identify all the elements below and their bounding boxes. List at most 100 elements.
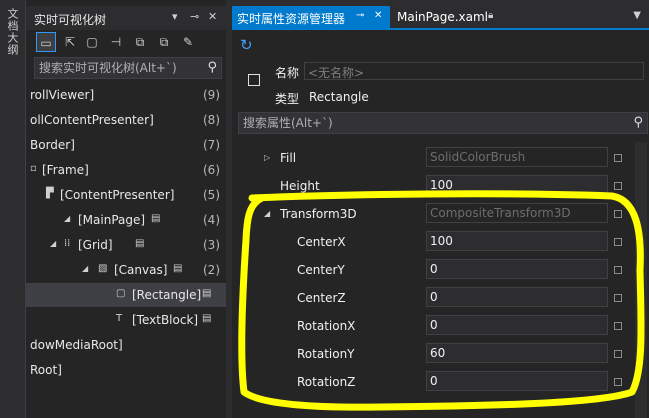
track-focus-icon[interactable]: ▢ <box>82 32 102 52</box>
tree-node-count: (7) <box>203 138 220 152</box>
dropdown-icon[interactable]: ▾ <box>172 10 178 23</box>
property-value-field[interactable]: CompositeTransform3D <box>426 203 608 223</box>
property-value-field[interactable]: 60 <box>426 343 608 363</box>
property-value-field[interactable]: 0 <box>426 287 608 307</box>
search-icon[interactable]: ⚲ <box>633 115 643 130</box>
tree-node-count: (9) <box>203 88 220 102</box>
tab-live-property-explorer[interactable]: 实时属性资源管理器 ⊸ ✕ <box>232 6 390 28</box>
property-marker-icon[interactable] <box>614 238 622 246</box>
property-value-field[interactable]: 100 <box>426 175 608 195</box>
tree-node[interactable]: ▛ [ContentPresenter] (5) <box>26 183 226 207</box>
property-row-centery[interactable]: CenterY 0 <box>232 256 649 284</box>
tree-node-label: [Rectangle] <box>132 288 202 302</box>
property-marker-icon[interactable] <box>614 350 622 358</box>
property-row-centerx[interactable]: CenterX 100 <box>232 228 649 256</box>
property-value-field[interactable]: 0 <box>426 259 608 279</box>
source-document-icon[interactable]: ▤ <box>202 313 211 324</box>
source-document-icon[interactable]: ▤ <box>202 288 211 299</box>
tree-node[interactable]: T [TextBlock] ▤ <box>26 308 226 332</box>
property-value: SolidColorBrush <box>430 150 526 164</box>
source-document-icon[interactable]: ▤ <box>173 263 182 274</box>
tab-overflow-dropdown-icon[interactable]: ▼ <box>633 10 641 21</box>
collapse-arrow-icon[interactable]: ◢ <box>264 209 270 218</box>
tree-node[interactable]: ▫ [Frame] (6) <box>26 158 226 182</box>
property-row-centerz[interactable]: CenterZ 0 <box>232 284 649 312</box>
property-row-height[interactable]: Height 100 <box>232 172 649 200</box>
tree-panel-title: 实时可视化树 <box>34 13 107 27</box>
expand-icon[interactable]: ⧉ <box>154 32 174 52</box>
tree-node-count: (3) <box>203 238 220 252</box>
property-marker-icon[interactable] <box>614 294 622 302</box>
expand-arrow-icon[interactable]: ◢ <box>50 239 56 248</box>
close-icon[interactable]: ✕ <box>374 10 382 21</box>
property-search-input[interactable] <box>243 116 623 130</box>
tree-node-count: (6) <box>203 163 220 177</box>
select-element-icon[interactable]: ▭ <box>36 32 56 52</box>
property-marker-icon[interactable] <box>614 182 622 190</box>
tree-search-box: ⚲ <box>34 57 222 79</box>
tree-node[interactable]: ◢ [MainPage] ▤ (4) <box>26 208 226 232</box>
side-tab-strip: 文档大纲 <box>0 0 26 418</box>
property-row-rotationx[interactable]: RotationX 0 <box>232 312 649 340</box>
pin-icon[interactable]: ⊸ <box>190 10 199 23</box>
source-document-icon[interactable]: ▤ <box>151 213 160 224</box>
close-icon[interactable]: ✕ <box>208 10 217 23</box>
property-marker-icon[interactable] <box>614 322 622 330</box>
tree-node[interactable]: dowMediaRoot] <box>26 333 226 357</box>
pin-icon[interactable]: ⊸ <box>356 10 364 21</box>
document-tab-bar: 实时属性资源管理器 ⊸ ✕ MainPage.xaml 🔒︎ ▼ <box>226 6 649 28</box>
source-document-icon[interactable]: ▤ <box>135 238 144 249</box>
expand-arrow-icon[interactable]: ▷ <box>264 153 270 162</box>
property-value-field[interactable]: SolidColorBrush <box>426 147 608 167</box>
property-name: RotationZ <box>297 375 356 389</box>
settings-wrench-icon[interactable]: ✎ <box>178 32 198 52</box>
property-row-fill[interactable]: ▷ Fill SolidColorBrush <box>232 144 649 172</box>
name-field[interactable]: <无名称> <box>304 62 644 80</box>
property-value-field[interactable]: 100 <box>426 231 608 251</box>
tree-node-count: (2) <box>203 263 220 277</box>
property-marker-icon[interactable] <box>614 266 622 274</box>
property-name: Fill <box>280 151 297 165</box>
property-value: 60 <box>430 346 446 360</box>
property-value: CompositeTransform3D <box>430 206 571 220</box>
property-marker-icon[interactable] <box>614 210 622 218</box>
property-row-rotationy[interactable]: RotationY 60 <box>232 340 649 368</box>
expand-arrow-icon[interactable]: ◢ <box>82 264 88 273</box>
lock-icon: 🔒︎ <box>488 10 494 21</box>
property-value-field[interactable]: 0 <box>426 315 608 335</box>
tree-node-count: (4) <box>203 213 220 227</box>
tree-node[interactable]: Border] (7) <box>26 133 226 157</box>
property-row-transform3d[interactable]: ◢ Transform3D CompositeTransform3D <box>232 200 649 228</box>
tree-node-label: [ContentPresenter] <box>60 188 175 202</box>
tree-node[interactable]: rollViewer] (9) <box>26 83 226 107</box>
tree-search-input[interactable] <box>39 61 199 75</box>
display-layout-icon[interactable]: ⊣ <box>106 32 126 52</box>
expand-arrow-icon[interactable]: ◢ <box>64 214 70 223</box>
collapse-icon[interactable]: ⧉ <box>130 32 150 52</box>
property-value: 0 <box>430 318 438 332</box>
live-visual-tree-panel: 实时可视化树 ▾ ⊸ ✕ ▭ ⇱ ▢ ⊣ ⧉ ⧉ ✎ ⚲ rollViewer]… <box>26 0 226 418</box>
live-property-explorer-panel: ↻ 名称 <无名称> 类型 Rectangle ⚲ ▷ Fill SolidCo… <box>232 28 649 418</box>
tab-mainpage-xaml[interactable]: MainPage.xaml 🔒︎ <box>392 6 500 28</box>
search-icon[interactable]: ⚲ <box>207 60 217 75</box>
tree-node-label: Root] <box>30 363 62 377</box>
tree-node-selected[interactable]: ▢ [Rectangle] ▤ <box>26 283 226 307</box>
property-value-field[interactable]: 0 <box>426 371 608 391</box>
refresh-icon[interactable]: ↻ <box>240 36 253 54</box>
tree-node-label: [TextBlock] <box>132 313 199 327</box>
property-marker-icon[interactable] <box>614 154 622 162</box>
property-list-scrollbar[interactable] <box>635 142 647 418</box>
property-marker-icon[interactable] <box>614 378 622 386</box>
tree-node-label: [MainPage] <box>78 213 146 227</box>
tree-node-label: Border] <box>30 138 75 152</box>
frame-icon: ▫ <box>30 163 37 174</box>
document-outline-tab[interactable]: 文档大纲 <box>6 8 20 56</box>
tree-panel-title-bar: 实时可视化树 ▾ ⊸ ✕ <box>26 6 226 30</box>
tree-node[interactable]: Root] <box>26 358 226 382</box>
property-row-rotationz[interactable]: RotationZ 0 <box>232 368 649 396</box>
tree-node-label: [Frame] <box>42 163 89 177</box>
show-adorners-icon[interactable]: ⇱ <box>60 32 80 52</box>
tree-node[interactable]: ollContentPresenter] (8) <box>26 108 226 132</box>
tree-node[interactable]: ◢ ▧ [Canvas] ▤ (2) <box>26 258 226 282</box>
tree-node[interactable]: ◢ ⁞⁞ [Grid] ▤ (3) <box>26 233 226 257</box>
